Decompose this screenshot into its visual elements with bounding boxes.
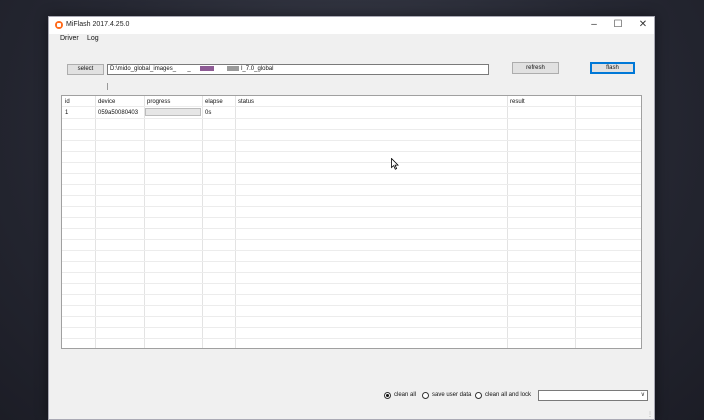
row-divider (62, 283, 641, 284)
row-divider (62, 106, 641, 107)
label-save-user-data[interactable]: save user data (432, 392, 471, 398)
row-divider (62, 261, 641, 262)
row-divider (62, 327, 641, 328)
row-divider (62, 338, 641, 339)
progress-bar (145, 108, 201, 116)
row-divider (62, 217, 641, 218)
row-divider (62, 206, 641, 207)
path-mid: _ (187, 66, 191, 72)
row-divider (62, 184, 641, 185)
radio-clean-all[interactable] (384, 392, 391, 399)
menu-log[interactable]: Log (87, 35, 99, 42)
device-table: id device progress elapse status result … (61, 95, 642, 349)
cell-elapse[interactable]: 0s (205, 110, 211, 116)
mode-dropdown[interactable]: ∨ (538, 390, 648, 401)
column-divider (144, 96, 145, 348)
radio-clean-all-and-lock[interactable] (475, 392, 482, 399)
row-divider (62, 140, 641, 141)
maximize-button[interactable]: ☐ (607, 18, 629, 32)
row-divider (62, 151, 641, 152)
column-divider (202, 96, 203, 348)
column-header-id[interactable]: id (65, 99, 70, 105)
label-clean-all-and-lock[interactable]: clean all and lock (485, 392, 531, 398)
window-title: MiFlash 2017.4.25.0 (66, 21, 130, 28)
title-bar[interactable]: MiFlash 2017.4.25.0 – ☐ ✕ (49, 17, 654, 34)
row-divider (62, 129, 641, 130)
row-divider (62, 294, 641, 295)
menu-bar: Driver Log (49, 34, 654, 45)
image-path-input[interactable]: D:\mido_global_images_ _ l_7.0_global (107, 64, 489, 75)
row-divider (62, 239, 641, 240)
resize-grip-icon[interactable]: ⋮ (647, 411, 653, 418)
row-divider (62, 162, 641, 163)
path-prefix: D:\mido_global_images_ (110, 66, 177, 72)
row-divider (62, 305, 641, 306)
column-header-status[interactable]: status (238, 99, 254, 105)
minimize-button[interactable]: – (583, 18, 605, 32)
select-button[interactable]: select (67, 64, 104, 75)
column-divider (575, 96, 576, 348)
cell-device[interactable]: 059a50080403 (98, 110, 138, 116)
redacted-block-grey (227, 65, 240, 71)
label-clean-all[interactable]: clean all (394, 392, 416, 398)
row-divider (62, 228, 641, 229)
chevron-down-icon[interactable]: ∨ (641, 391, 645, 400)
refresh-button[interactable]: refresh (512, 62, 559, 74)
row-divider (62, 118, 641, 119)
column-header-progress[interactable]: progress (147, 99, 170, 105)
row-divider (62, 272, 641, 273)
column-header-result[interactable]: result (510, 99, 525, 105)
divider-tick (107, 83, 108, 90)
flash-button[interactable]: flash (590, 62, 635, 74)
column-divider (95, 96, 96, 348)
menu-driver[interactable]: Driver (60, 35, 79, 42)
redacted-block (200, 65, 215, 71)
column-divider (507, 96, 508, 348)
radio-save-user-data[interactable] (422, 392, 429, 399)
path-suffix: l_7.0_global (241, 66, 274, 72)
cell-id[interactable]: 1 (65, 110, 68, 116)
mouse-pointer-icon (391, 158, 399, 170)
row-divider (62, 173, 641, 174)
close-button[interactable]: ✕ (632, 18, 654, 32)
miflash-window: MiFlash 2017.4.25.0 – ☐ ✕ Driver Log sel… (48, 16, 655, 420)
row-divider (62, 195, 641, 196)
row-divider (62, 316, 641, 317)
column-header-elapse[interactable]: elapse (205, 99, 223, 105)
miflash-app-icon (55, 21, 63, 29)
column-header-device[interactable]: device (98, 99, 115, 105)
column-divider (235, 96, 236, 348)
row-divider (62, 250, 641, 251)
